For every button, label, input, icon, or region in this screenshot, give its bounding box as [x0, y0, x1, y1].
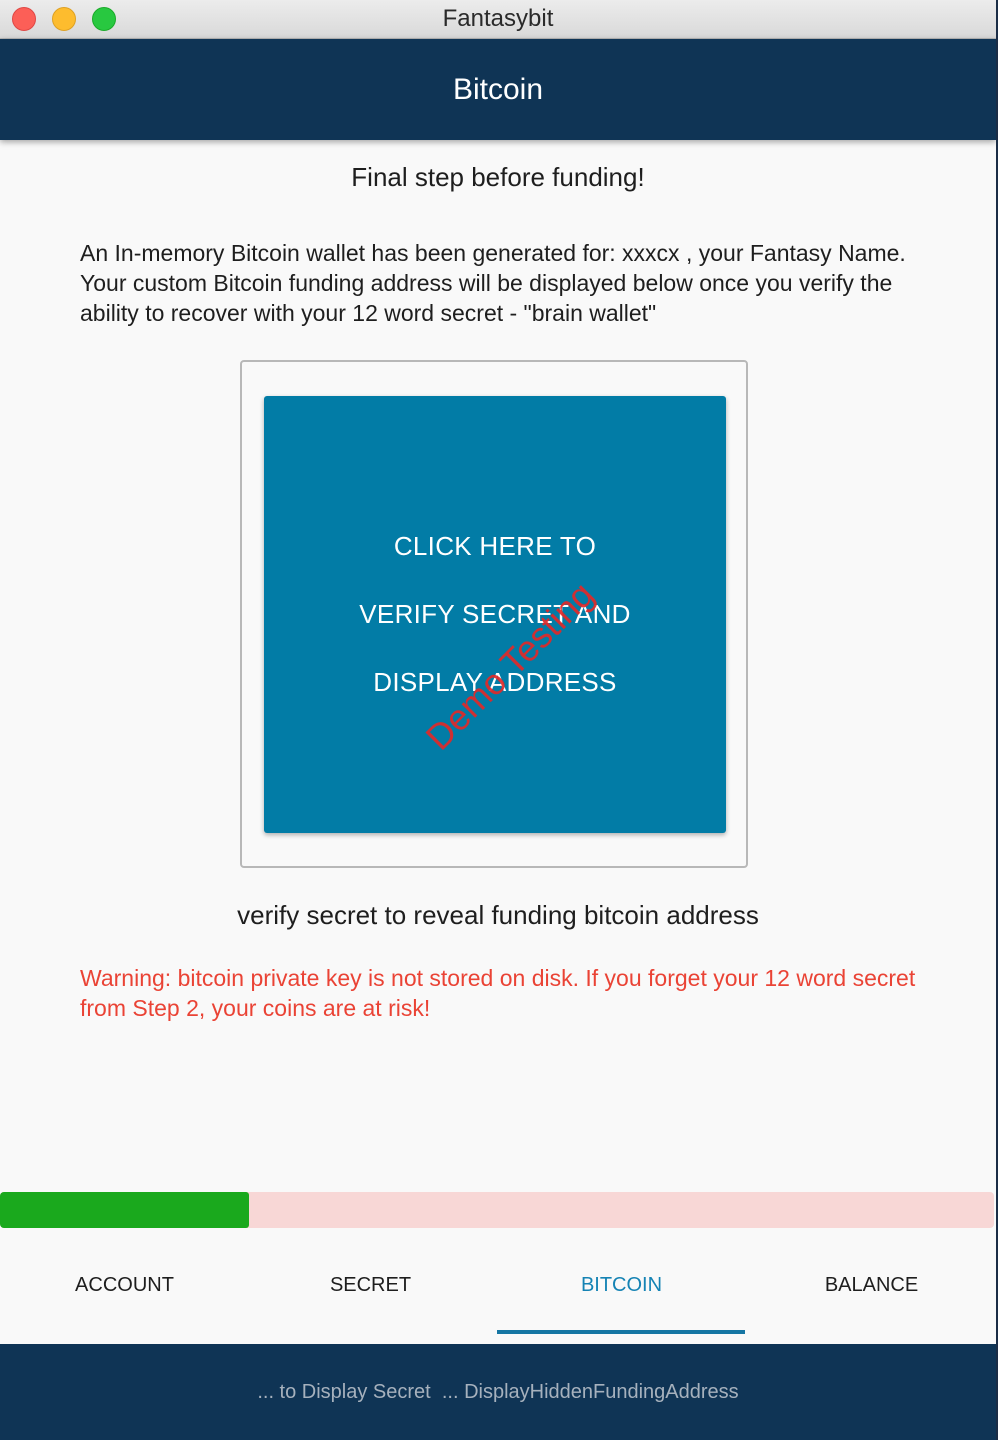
- verify-button-line-2: VERIFY SECRET AND: [359, 599, 631, 629]
- tab-account[interactable]: ACCOUNT: [0, 1229, 249, 1342]
- app-bar: Bitcoin: [0, 39, 996, 140]
- window-titlebar: Fantasybit: [0, 0, 996, 39]
- step-heading: Final step before funding!: [351, 162, 645, 192]
- verify-button-line-1: CLICK HERE TO: [393, 531, 597, 561]
- progress-bar-fill: [0, 1192, 249, 1228]
- verify-secret-button[interactable]: CLICK HERE TO VERIFY SECRET AND DISPLAY …: [264, 396, 726, 833]
- active-tab-indicator: [497, 1330, 745, 1334]
- tab-balance[interactable]: BALANCE: [747, 1229, 996, 1342]
- tab-secret[interactable]: SECRET: [246, 1229, 495, 1342]
- page-title: Bitcoin: [452, 72, 544, 106]
- tab-bar: ACCOUNT SECRET BITCOIN BALANCE: [0, 1229, 996, 1342]
- status-text: ... to Display Secret ... DisplayHiddenF…: [257, 1380, 739, 1403]
- status-bar: ... to Display Secret ... DisplayHiddenF…: [0, 1344, 996, 1440]
- warning-text: Warning: bitcoin private key is not stor…: [80, 965, 916, 1021]
- verify-button-line-3: DISPLAY ADDRESS: [373, 667, 617, 697]
- app-window: Fantasybit Bitcoin Final step before fun…: [0, 0, 998, 1440]
- progress-bar: [0, 1192, 994, 1228]
- reveal-caption: verify secret to reveal funding bitcoin …: [237, 900, 759, 930]
- window-title: Fantasybit: [442, 5, 554, 32]
- tab-bitcoin[interactable]: BITCOIN: [497, 1229, 746, 1342]
- intro-text: An In-memory Bitcoin wallet has been gen…: [80, 240, 906, 326]
